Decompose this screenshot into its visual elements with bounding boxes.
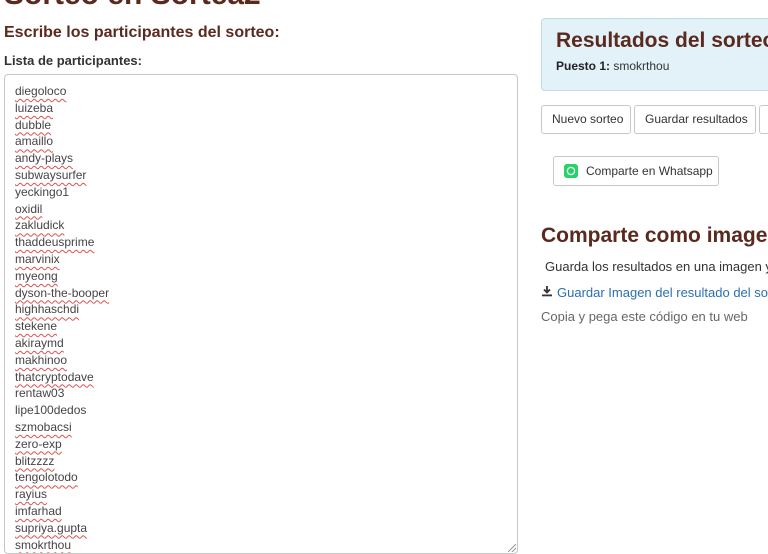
participant-line: smokrthou — [15, 537, 72, 552]
whatsapp-button-label: Comparte en Whatsapp — [586, 164, 713, 178]
participants-section-title: Escribe los participantes del sorteo: — [4, 24, 280, 41]
resize-handle-icon[interactable] — [508, 544, 516, 552]
save-results-button[interactable]: Guardar resultados — [634, 105, 756, 134]
whatsapp-icon — [564, 164, 578, 178]
participant-line: akiraymd — [15, 335, 64, 350]
more-button[interactable] — [759, 105, 768, 134]
participant-line: imfarhad — [15, 503, 62, 518]
participants-list-label: Lista de participantes: — [4, 53, 142, 68]
participant-line: rentaw03 — [15, 386, 65, 401]
participant-line: myeong — [15, 268, 58, 283]
download-image-link[interactable]: Guardar Imagen del resultado del so — [541, 285, 768, 300]
participant-line: zakludick — [15, 218, 65, 233]
participant-line: andy-plays — [15, 151, 74, 166]
result-place-value: smokrthou — [613, 59, 670, 73]
results-title: Resultados del sorteo — [556, 29, 768, 52]
result-place-1: Puesto 1: smokrthou — [556, 59, 766, 73]
participant-line: diegoloco — [15, 84, 67, 98]
share-image-description: Guarda los resultados en una imagen y — [545, 259, 768, 274]
participant-line: luizeba — [15, 100, 54, 115]
download-image-label: Guardar Imagen del resultado del so — [557, 285, 768, 300]
participant-line: subwaysurfer — [15, 167, 87, 182]
participants-textarea[interactable]: diegoloco luizeba dubble amaillo andy-plays s… — [4, 74, 518, 554]
participant-line: supriya.gupta — [15, 520, 88, 535]
embed-code-label: Copia y pega este código en tu web — [541, 309, 748, 324]
participant-line: tengolotodo — [15, 470, 78, 485]
participant-line: stekene — [15, 319, 58, 334]
result-place-label: Puesto 1: — [556, 59, 611, 73]
download-icon — [541, 285, 553, 300]
participant-line: zero-exp — [15, 436, 62, 451]
participant-line: thaddeusprime — [15, 235, 95, 250]
participant-line: lipe100dedos — [15, 403, 87, 418]
page-title: Sorteo en Sortea2 — [4, 0, 261, 12]
participant-line: thatcryptodave — [15, 369, 94, 384]
participant-line: amaillo — [15, 134, 54, 149]
participant-line: dyson-the-booper — [15, 285, 110, 300]
participant-line: makhinoo — [15, 352, 68, 367]
participant-line: szmobacsi — [15, 419, 72, 434]
participant-line: oxidil — [15, 201, 43, 216]
new-draw-button[interactable]: Nuevo sorteo — [541, 105, 631, 134]
share-whatsapp-button[interactable]: Comparte en Whatsapp — [553, 156, 719, 186]
participant-line: blitzzzz — [15, 453, 55, 468]
participant-line: dubble — [15, 117, 52, 132]
results-panel: Resultados del sorteo Puesto 1: smokrtho… — [541, 18, 768, 91]
share-image-title: Comparte como imagen — [541, 224, 768, 247]
participant-line: yeckingo1 — [15, 184, 70, 199]
participant-line: highhaschdi — [15, 302, 80, 317]
participant-line: rayius — [15, 487, 48, 502]
participant-line: marvinix — [15, 251, 60, 266]
